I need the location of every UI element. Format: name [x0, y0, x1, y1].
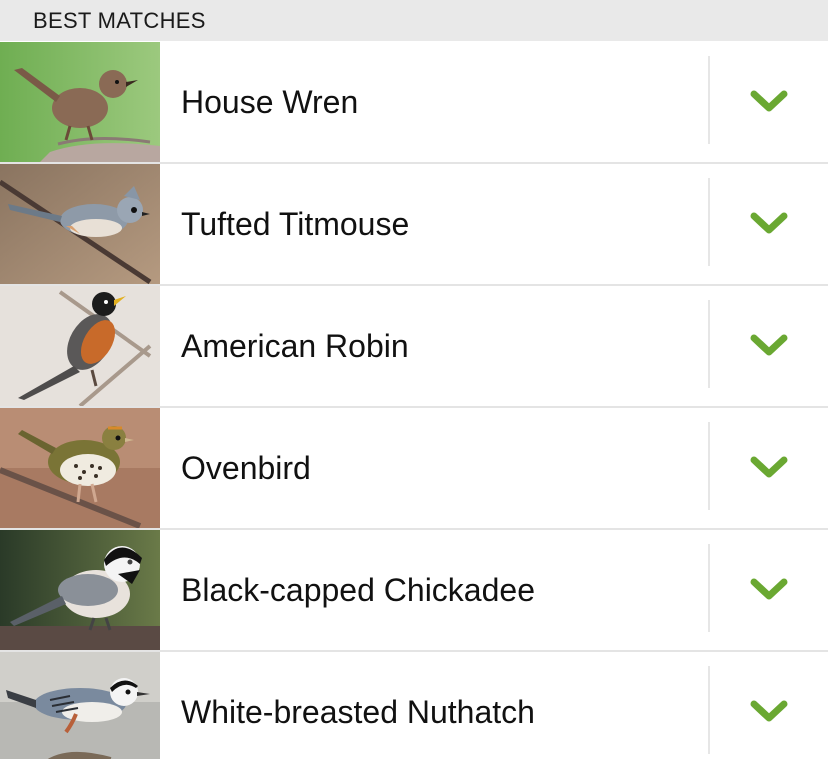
- expand-button[interactable]: [710, 408, 828, 528]
- expand-button[interactable]: [710, 42, 828, 162]
- expand-button[interactable]: [710, 652, 828, 759]
- section-header-best-matches: BEST MATCHES: [0, 0, 828, 41]
- match-row-american-robin[interactable]: American Robin: [0, 286, 828, 406]
- chevron-down-icon: [750, 212, 788, 234]
- bird-photo-house-wren: [0, 42, 160, 162]
- bird-name: White-breasted Nuthatch: [181, 694, 535, 730]
- expand-button[interactable]: [710, 286, 828, 406]
- bird-name: House Wren: [181, 84, 359, 120]
- bird-photo-white-breasted-nuthatch: [0, 652, 160, 759]
- match-row-ovenbird[interactable]: Ovenbird: [0, 408, 828, 528]
- bird-name: Black-capped Chickadee: [181, 572, 535, 608]
- bird-photo-black-capped-chickadee: [0, 530, 160, 650]
- bird-name: Tufted Titmouse: [181, 206, 410, 242]
- bird-photo-ovenbird: [0, 408, 160, 528]
- chevron-down-icon: [750, 334, 788, 356]
- bird-name: American Robin: [181, 328, 409, 364]
- expand-button[interactable]: [710, 530, 828, 650]
- chevron-down-icon: [750, 456, 788, 478]
- bird-photo-american-robin: [0, 286, 160, 406]
- chevron-down-icon: [750, 90, 788, 112]
- match-row-black-capped-chickadee[interactable]: Black-capped Chickadee: [0, 530, 828, 650]
- match-row-house-wren[interactable]: House Wren: [0, 42, 828, 162]
- chevron-down-icon: [750, 578, 788, 600]
- match-row-white-breasted-nuthatch[interactable]: White-breasted Nuthatch: [0, 652, 828, 759]
- bird-photo-tufted-titmouse: [0, 164, 160, 284]
- bird-name: Ovenbird: [181, 450, 311, 486]
- match-row-tufted-titmouse[interactable]: Tufted Titmouse: [0, 164, 828, 284]
- expand-button[interactable]: [710, 164, 828, 284]
- chevron-down-icon: [750, 700, 788, 722]
